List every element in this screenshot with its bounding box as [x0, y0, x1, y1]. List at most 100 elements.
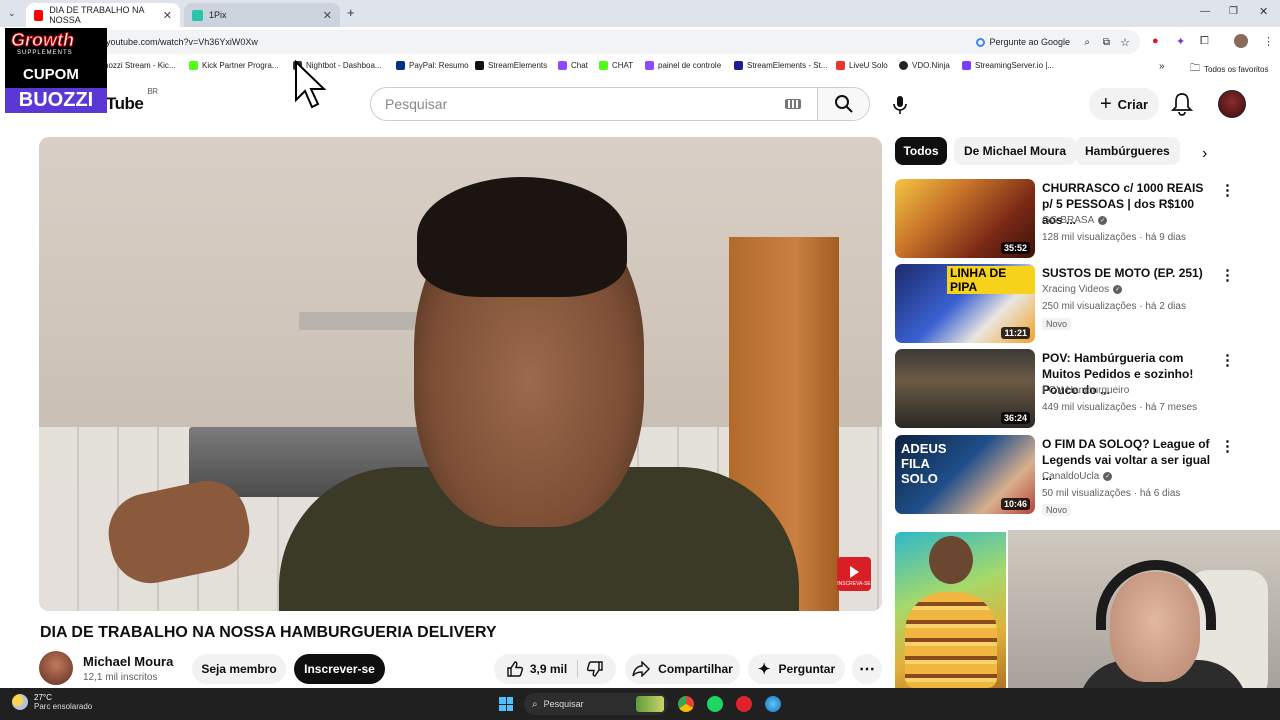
search-bar[interactable]: Pesquisar — [370, 87, 870, 121]
recommended-video[interactable]: 36:24 POV: Hambúrgueria com Muitos Pedid… — [895, 349, 1240, 429]
chip-all[interactable]: Todos — [895, 137, 947, 165]
tab-search-icon[interactable]: ⌄ — [8, 8, 16, 19]
1pix-favicon-icon — [192, 9, 203, 21]
video-thumbnail[interactable]: ADEUS FILA SOLO 10:46 — [895, 435, 1035, 514]
profile-avatar-icon[interactable] — [1234, 34, 1248, 48]
notifications-button[interactable] — [1171, 92, 1193, 116]
channel-name[interactable]: Michael Moura — [83, 654, 173, 669]
subscribe-button[interactable]: Inscrever-se — [294, 654, 385, 684]
bookmark-item[interactable]: StreamElements - St... — [734, 61, 827, 70]
recommended-video[interactable]: LINHA DE PIPA 11:21 SUSTOS DE MOTO (EP. … — [895, 264, 1240, 344]
bookmark-item[interactable]: Chat — [558, 61, 588, 70]
twitch-icon — [558, 61, 567, 70]
chip-from-channel[interactable]: De Michael Moura — [954, 137, 1077, 165]
recommended-channel[interactable]: GG BRASA ✓ — [1042, 215, 1108, 226]
obs-app-icon[interactable] — [736, 696, 752, 712]
bell-icon — [1171, 93, 1193, 116]
create-button[interactable]: + Criar — [1089, 88, 1159, 120]
join-button[interactable]: Seja membro — [192, 654, 286, 684]
minimize-button[interactable]: — — [1200, 6, 1210, 17]
browser-menu-icon[interactable]: ⋮ — [1263, 35, 1274, 48]
new-tab-button[interactable]: + — [347, 5, 355, 20]
bookmark-item[interactable]: uozzi Stream - Kic... — [104, 61, 176, 70]
recommended-video[interactable]: 35:52 CHURRASCO c/ 1000 REAIS p/ 5 PESSO… — [895, 179, 1240, 259]
streamelements-icon — [734, 61, 743, 70]
extension-icon[interactable]: ● — [1152, 35, 1159, 47]
close-tab-icon[interactable]: ✕ — [163, 9, 172, 22]
more-options-icon[interactable]: ⋮ — [1220, 437, 1235, 455]
video-duration: 35:52 — [1000, 242, 1030, 254]
more-options-icon[interactable]: ⋮ — [1220, 351, 1235, 369]
bookmark-item[interactable]: StreamingServer.io |... — [962, 61, 1054, 70]
install-app-icon[interactable]: ⧉ — [1103, 37, 1110, 48]
bookmark-item[interactable]: painel de controle — [645, 61, 721, 70]
share-button[interactable]: Compartilhar — [625, 654, 740, 684]
bookmark-item[interactable]: CHAT — [599, 61, 633, 70]
more-bookmarks-icon[interactable]: » — [1159, 61, 1165, 72]
more-options-icon[interactable]: ⋮ — [1220, 266, 1235, 284]
bookmark-item[interactable]: VDO.Ninja — [899, 61, 950, 70]
video-thumbnail[interactable]: 36:24 — [895, 349, 1035, 428]
extensions-puzzle-icon[interactable]: ⧠ — [1200, 35, 1209, 48]
keyboard-icon[interactable] — [785, 99, 801, 109]
video-thumbnail[interactable]: LINHA DE PIPA 11:21 — [895, 264, 1035, 343]
channel-avatar[interactable] — [39, 651, 73, 685]
weather-widget[interactable]: 27°C Parc ensolarado — [12, 693, 92, 711]
subscribe-watermark[interactable]: INSCREVA-SE — [837, 557, 871, 591]
close-tab-icon[interactable]: ✕ — [323, 9, 332, 22]
bookmark-item[interactable]: LiveU Solo — [836, 61, 888, 70]
like-button[interactable]: 3,9 mil — [506, 660, 579, 678]
tab-1pix[interactable]: 1Pix ✕ — [184, 3, 340, 27]
all-favorites-folder[interactable]: 🗀 Todos os favoritos — [1190, 61, 1268, 78]
video-thumbnail[interactable] — [895, 532, 1006, 688]
video-duration: 36:24 — [1000, 412, 1030, 424]
bookmark-label: StreamingServer.io |... — [975, 61, 1054, 70]
address-bar[interactable]: youtube.com/watch?v=Vh36YxiW0Xw Pergunte… — [96, 30, 1140, 54]
subscriber-count: 12,1 mil inscritos — [83, 672, 158, 683]
voice-search-button[interactable] — [883, 88, 917, 122]
bookmark-star-icon[interactable]: ☆ — [1120, 36, 1130, 49]
bookmark-item[interactable]: Kick Partner Progra... — [189, 61, 278, 70]
thumbnail-text: ADEUS FILA SOLO — [901, 441, 947, 486]
close-window-button[interactable]: ✕ — [1259, 5, 1268, 18]
chevron-right-icon[interactable]: › — [1202, 145, 1207, 163]
recommended-title[interactable]: SUSTOS DE MOTO (EP. 251) — [1042, 265, 1214, 281]
zoom-icon[interactable]: ⌕ — [1084, 37, 1090, 48]
taskbar-search[interactable]: ⌕ Pesquisar — [524, 693, 668, 715]
extension-2-icon[interactable]: ✦ — [1176, 35, 1185, 48]
more-options-icon[interactable]: ⋮ — [1220, 181, 1235, 199]
video-title: DIA DE TRABALHO NA NOSSA HAMBURGUERIA DE… — [40, 624, 497, 641]
chrome-icon[interactable] — [678, 696, 694, 712]
search-button[interactable] — [817, 88, 869, 120]
recommended-meta: 250 mil visualizações · há 2 dias — [1042, 301, 1186, 312]
recommended-video[interactable]: ADEUS FILA SOLO 10:46 O FIM DA SOLOQ? Le… — [895, 435, 1240, 516]
video-player[interactable]: INSCREVA-SE — [39, 137, 882, 611]
taskbar-search-label: Pesquisar — [543, 699, 584, 709]
search-input[interactable]: Pesquisar — [371, 96, 785, 112]
bookmark-label: Todos os favoritos — [1204, 65, 1269, 74]
bookmark-item[interactable]: StreamElements — [475, 61, 547, 70]
account-avatar[interactable] — [1218, 90, 1246, 118]
ask-button[interactable]: ✦ Perguntar — [748, 654, 845, 684]
streamer-webcam-overlay — [1008, 530, 1280, 690]
tab-youtube[interactable]: DIA DE TRABALHO NA NOSSA ✕ — [26, 3, 180, 27]
tab-title: 1Pix — [209, 10, 227, 20]
headphones-icon — [1096, 560, 1216, 630]
more-actions-button[interactable]: ⋯ — [852, 654, 882, 684]
ask-google-button[interactable]: Pergunte ao Google — [976, 37, 1070, 47]
sparkle-icon: ✦ — [757, 661, 771, 678]
logo-line: BUOZZI — [5, 88, 107, 113]
recommended-channel[interactable]: CanaldoUcla ✓ — [1042, 471, 1113, 482]
bookmark-label: StreamElements - St... — [747, 61, 828, 70]
dislike-button[interactable] — [586, 660, 604, 678]
restore-button[interactable]: ❐ — [1229, 6, 1238, 17]
browser-app-icon[interactable] — [765, 696, 781, 712]
bookmark-item[interactable]: PayPal: Resumo — [396, 61, 469, 70]
recommended-channel[interactable]: Xracing Videos ✓ — [1042, 284, 1123, 295]
recommended-channel[interactable]: POV Hamburgueiro — [1042, 385, 1129, 396]
youtube-logo[interactable]: TubeBR — [106, 87, 158, 114]
spotify-icon[interactable] — [707, 696, 723, 712]
chip-hamburgers[interactable]: Hambúrgueres — [1075, 137, 1180, 165]
video-thumbnail[interactable]: 35:52 — [895, 179, 1035, 258]
windows-start-icon[interactable] — [499, 697, 513, 711]
